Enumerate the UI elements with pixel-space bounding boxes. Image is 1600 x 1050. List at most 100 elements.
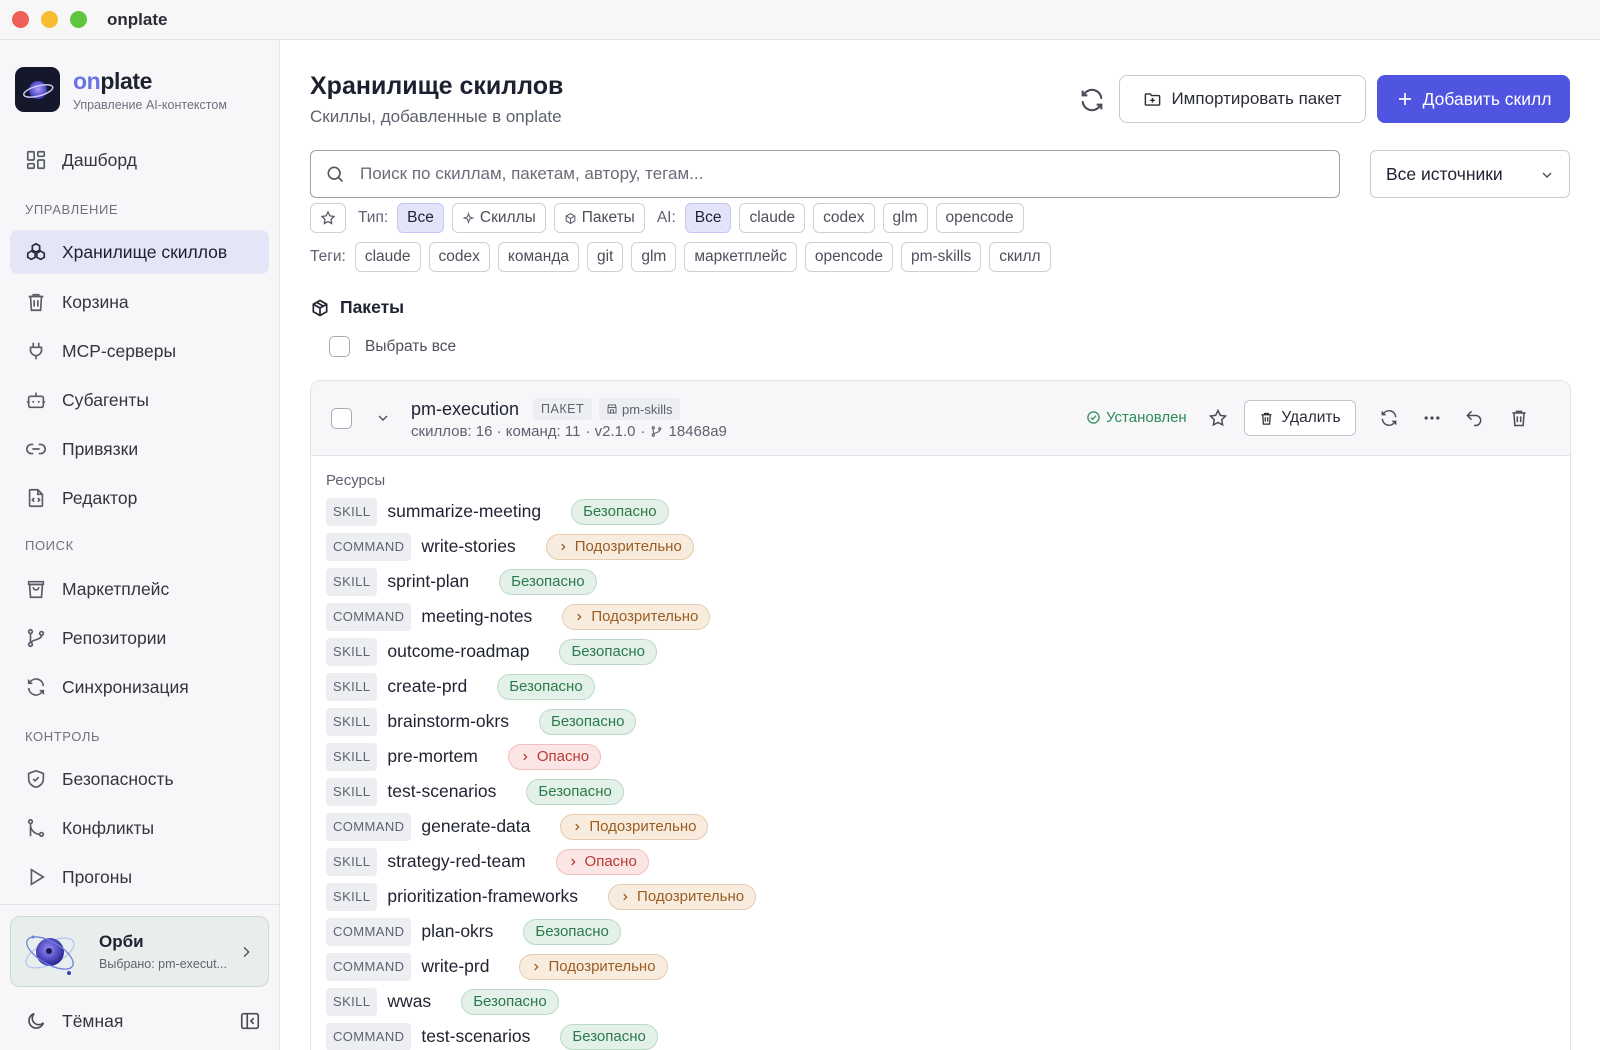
more-horizontal-icon[interactable] bbox=[1422, 408, 1442, 428]
resource-name[interactable]: wwas bbox=[387, 991, 431, 1012]
refresh-icon[interactable] bbox=[1078, 86, 1106, 114]
resource-row[interactable]: SKILL brainstorm-okrs Безопасно bbox=[326, 704, 756, 739]
tag-chip[interactable]: opencode bbox=[804, 242, 893, 272]
type-filter-skills[interactable]: Скиллы bbox=[451, 203, 546, 233]
resource-name[interactable]: write-prd bbox=[421, 956, 489, 977]
sidebar-item-runs[interactable]: Прогоны bbox=[10, 855, 269, 899]
resource-row[interactable]: SKILL strategy-red-team Опасно bbox=[326, 844, 756, 879]
package-checkbox[interactable] bbox=[331, 408, 352, 429]
source-select[interactable]: Все источники bbox=[1370, 150, 1570, 198]
resource-row[interactable]: COMMAND generate-data Подозрительно bbox=[326, 809, 756, 844]
ai-filter-claude[interactable]: claude bbox=[739, 203, 806, 233]
resource-name[interactable]: test-scenarios bbox=[421, 1026, 530, 1047]
shopping-bag-icon bbox=[27, 580, 45, 599]
resource-name[interactable]: outcome-roadmap bbox=[387, 641, 529, 662]
resource-name[interactable]: plan-okrs bbox=[421, 921, 493, 942]
type-filter-all[interactable]: Все bbox=[397, 203, 444, 233]
tag-chip[interactable]: glm bbox=[631, 242, 677, 272]
refresh-icon[interactable] bbox=[1379, 408, 1399, 428]
sidebar-item-mcp-servers[interactable]: MCP-серверы bbox=[10, 329, 269, 373]
package-card: pm-execution ПАКЕТ pm-skills скиллов: 16… bbox=[310, 380, 1571, 1050]
tag-chip[interactable]: команда bbox=[497, 242, 579, 272]
undo-icon[interactable] bbox=[1464, 408, 1484, 428]
chevron-down-icon[interactable] bbox=[375, 410, 391, 426]
resource-name[interactable]: strategy-red-team bbox=[387, 851, 525, 872]
ai-filter-all[interactable]: Все bbox=[684, 203, 732, 233]
resource-row[interactable]: SKILL wwas Безопасно bbox=[326, 984, 756, 1019]
tag-chip[interactable]: маркетплейс bbox=[684, 242, 797, 272]
ai-filter-codex[interactable]: codex bbox=[813, 203, 875, 233]
resource-row[interactable]: SKILL summarize-meeting Безопасно bbox=[326, 494, 756, 529]
orbi-assistant-card[interactable]: Орби Выбрано: pm-execut... bbox=[10, 916, 269, 987]
sidebar-item-conflicts[interactable]: Конфликты bbox=[10, 806, 269, 850]
ai-filter-opencode[interactable]: opencode bbox=[935, 203, 1024, 233]
add-skill-button[interactable]: Добавить скилл bbox=[1377, 75, 1570, 123]
star-icon[interactable] bbox=[1208, 408, 1228, 428]
security-status-badge[interactable]: Опасно bbox=[555, 848, 649, 875]
tag-chip[interactable]: скилл bbox=[989, 242, 1051, 272]
resource-name[interactable]: brainstorm-okrs bbox=[387, 711, 509, 732]
security-status-badge: Безопасно bbox=[571, 498, 669, 525]
ai-filter-glm[interactable]: glm bbox=[882, 203, 928, 233]
sidebar-item-label: Репозитории bbox=[62, 627, 167, 648]
delete-package-button[interactable]: Удалить bbox=[1244, 400, 1356, 436]
security-status-badge[interactable]: Подозрительно bbox=[560, 813, 709, 840]
resource-row[interactable]: SKILL pre-mortem Опасно bbox=[326, 739, 756, 774]
package-name: pm-execution bbox=[411, 399, 520, 419]
resource-name[interactable]: sprint-plan bbox=[387, 571, 469, 592]
security-status-badge[interactable]: Подозрительно bbox=[519, 953, 668, 980]
resource-name[interactable]: summarize-meeting bbox=[387, 501, 541, 522]
resource-row[interactable]: COMMAND test-scenarios Безопасно bbox=[326, 1019, 756, 1050]
resource-name[interactable]: meeting-notes bbox=[421, 606, 532, 627]
sidebar-item-dashboard[interactable]: Дашборд bbox=[10, 138, 269, 182]
resource-name[interactable]: create-prd bbox=[387, 676, 467, 697]
security-status-badge[interactable]: Подозрительно bbox=[562, 603, 711, 630]
sidebar-item-marketplace[interactable]: Маркетплейс bbox=[10, 567, 269, 611]
sidebar-item-bindings[interactable]: Привязки bbox=[10, 427, 269, 471]
theme-toggle-label[interactable]: Тёмная bbox=[62, 1011, 123, 1032]
security-status-badge[interactable]: Подозрительно bbox=[608, 883, 757, 910]
sidebar-item-skills-storage[interactable]: Хранилище скиллов bbox=[10, 230, 269, 274]
tag-chip[interactable]: pm-skills bbox=[900, 242, 982, 272]
resource-name[interactable]: generate-data bbox=[421, 816, 530, 837]
resource-row[interactable]: SKILL create-prd Безопасно bbox=[326, 669, 756, 704]
tag-chip[interactable]: claude bbox=[354, 242, 421, 272]
resource-row[interactable]: SKILL prioritization-frameworks Подозрител… bbox=[326, 879, 757, 914]
tag-chip[interactable]: codex bbox=[428, 242, 490, 272]
resource-name[interactable]: test-scenarios bbox=[387, 781, 496, 802]
zoom-window-button[interactable] bbox=[70, 11, 87, 28]
sidebar-item-subagents[interactable]: Субагенты bbox=[10, 378, 269, 422]
resource-row[interactable]: COMMAND plan-okrs Безопасно bbox=[326, 914, 756, 949]
search-input[interactable] bbox=[360, 164, 1260, 184]
resource-row[interactable]: COMMAND write-stories Подозрительно bbox=[326, 529, 756, 564]
security-status-badge[interactable]: Опасно bbox=[507, 743, 602, 770]
security-status-badge: Безопасно bbox=[497, 673, 595, 700]
resource-row[interactable]: COMMAND write-prd Подозрительно bbox=[326, 949, 756, 984]
chevron-right-icon bbox=[534, 963, 540, 970]
sidebar-item-trash[interactable]: Корзина bbox=[10, 280, 269, 324]
sidebar-item-repositories[interactable]: Репозитории bbox=[10, 616, 269, 660]
moon-icon[interactable] bbox=[25, 1010, 47, 1032]
resource-row[interactable]: SKILL test-scenarios Безопасно bbox=[326, 774, 756, 809]
sidebar-item-sync[interactable]: Синхронизация bbox=[10, 665, 269, 709]
favorites-filter-button[interactable] bbox=[310, 203, 346, 233]
select-all-checkbox[interactable] bbox=[329, 336, 350, 357]
select-all-row: Выбрать все bbox=[329, 336, 456, 357]
resource-name[interactable]: pre-mortem bbox=[387, 746, 477, 767]
resource-name[interactable]: write-stories bbox=[421, 536, 515, 557]
resource-name[interactable]: prioritization-frameworks bbox=[387, 886, 578, 907]
import-package-button[interactable]: Импортировать пакет bbox=[1119, 75, 1366, 123]
type-filter-packages[interactable]: Пакеты bbox=[553, 203, 645, 233]
minimize-window-button[interactable] bbox=[41, 11, 58, 28]
resource-row[interactable]: SKILL sprint-plan Безопасно bbox=[326, 564, 756, 599]
security-status-badge[interactable]: Подозрительно bbox=[545, 533, 694, 560]
trash-icon[interactable] bbox=[1509, 408, 1529, 428]
sidebar-item-editor[interactable]: Редактор bbox=[10, 476, 269, 520]
resource-row[interactable]: COMMAND meeting-notes Подозрительно bbox=[326, 599, 756, 634]
resource-row[interactable]: SKILL outcome-roadmap Безопасно bbox=[326, 634, 756, 669]
close-window-button[interactable] bbox=[12, 11, 29, 28]
collapse-sidebar-icon[interactable] bbox=[239, 1010, 261, 1032]
sidebar-item-security[interactable]: Безопасность bbox=[10, 757, 269, 801]
tag-chip[interactable]: git bbox=[586, 242, 624, 272]
select-all-label[interactable]: Выбрать все bbox=[365, 338, 456, 356]
